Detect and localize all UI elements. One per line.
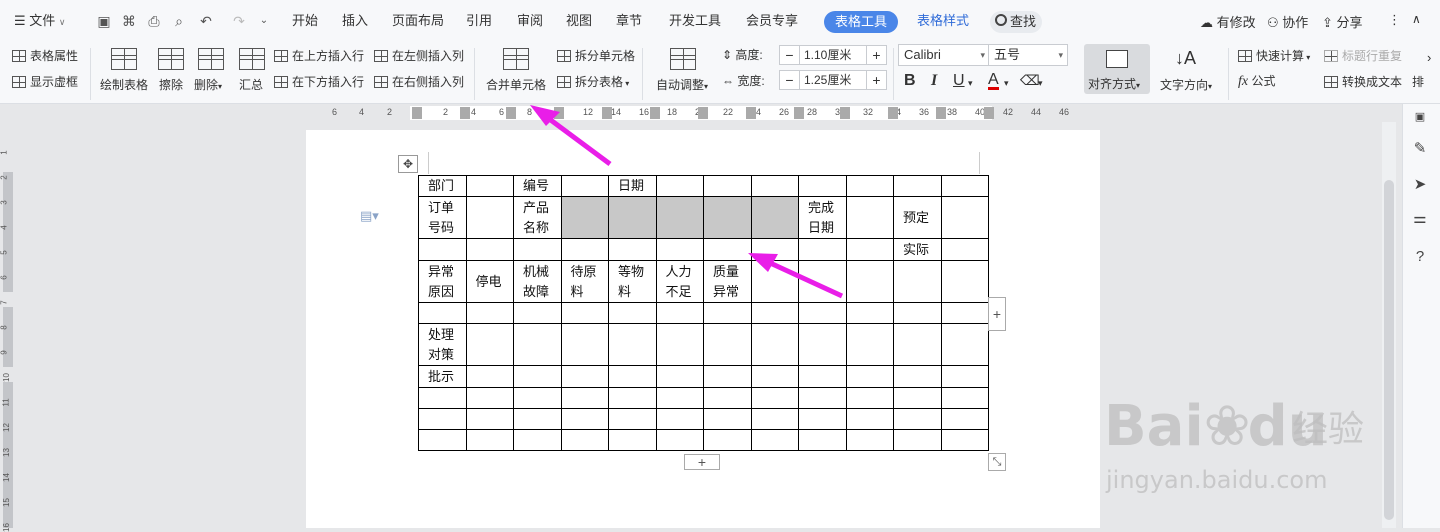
arrow-to-merge-cells <box>530 105 612 167</box>
vertical-scrollbar[interactable] <box>1382 122 1396 528</box>
cursor-icon[interactable]: ➤ <box>1411 176 1429 194</box>
paw-icon: ❀ <box>1203 394 1251 459</box>
settings-sliders-icon[interactable]: ⚌ <box>1411 210 1429 228</box>
right-sidebar: ▣ ✎ ➤ ⚌ ? <box>1402 104 1440 528</box>
pen-icon[interactable]: ✎ <box>1411 140 1429 158</box>
sidebar-toggle-icon[interactable]: ▣ <box>1411 108 1429 126</box>
baidu-watermark: Bai❀du 经验 jingyan.baidu.com <box>1104 370 1364 500</box>
watermark-url: jingyan.baidu.com <box>1106 466 1328 494</box>
help-icon[interactable]: ? <box>1411 248 1429 266</box>
arrow-to-selected-cells <box>748 253 844 299</box>
watermark-cn: 经验 <box>1292 409 1365 450</box>
scrollbar-thumb[interactable] <box>1384 180 1394 520</box>
